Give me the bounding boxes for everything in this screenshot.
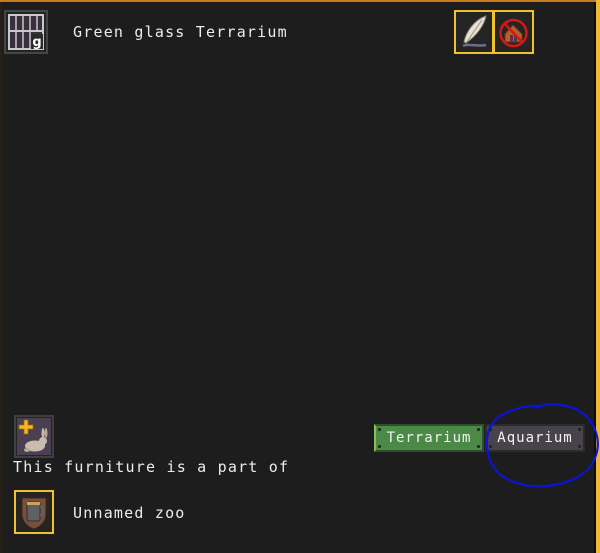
zone-link-button[interactable] [14, 490, 54, 534]
add-animal-rabbit-icon [17, 418, 51, 455]
window-frame-top [0, 0, 600, 2]
part-of-label: This furniture is a part of [13, 458, 290, 476]
add-animal-button[interactable] [14, 415, 54, 458]
cage-icon-badge: g [32, 35, 41, 50]
aquarium-button-label: Aquarium [497, 430, 573, 446]
zoo-tankard-shield-icon [21, 497, 47, 530]
zone-name: Unnamed zoo [73, 504, 186, 522]
no-house-icon [499, 18, 528, 48]
window-frame-left [0, 2, 2, 553]
terrarium-button-label: Terrarium [386, 430, 472, 446]
quill-feather-icon [462, 15, 487, 48]
window-frame-right [596, 0, 600, 553]
aquarium-button[interactable]: Aquarium [485, 424, 585, 452]
cage-icon: g [4, 10, 48, 54]
rename-button[interactable] [454, 10, 494, 54]
page-title: Green glass Terrarium [73, 23, 288, 41]
forbid-button[interactable] [493, 10, 534, 54]
terrarium-button[interactable]: Terrarium [374, 424, 484, 452]
